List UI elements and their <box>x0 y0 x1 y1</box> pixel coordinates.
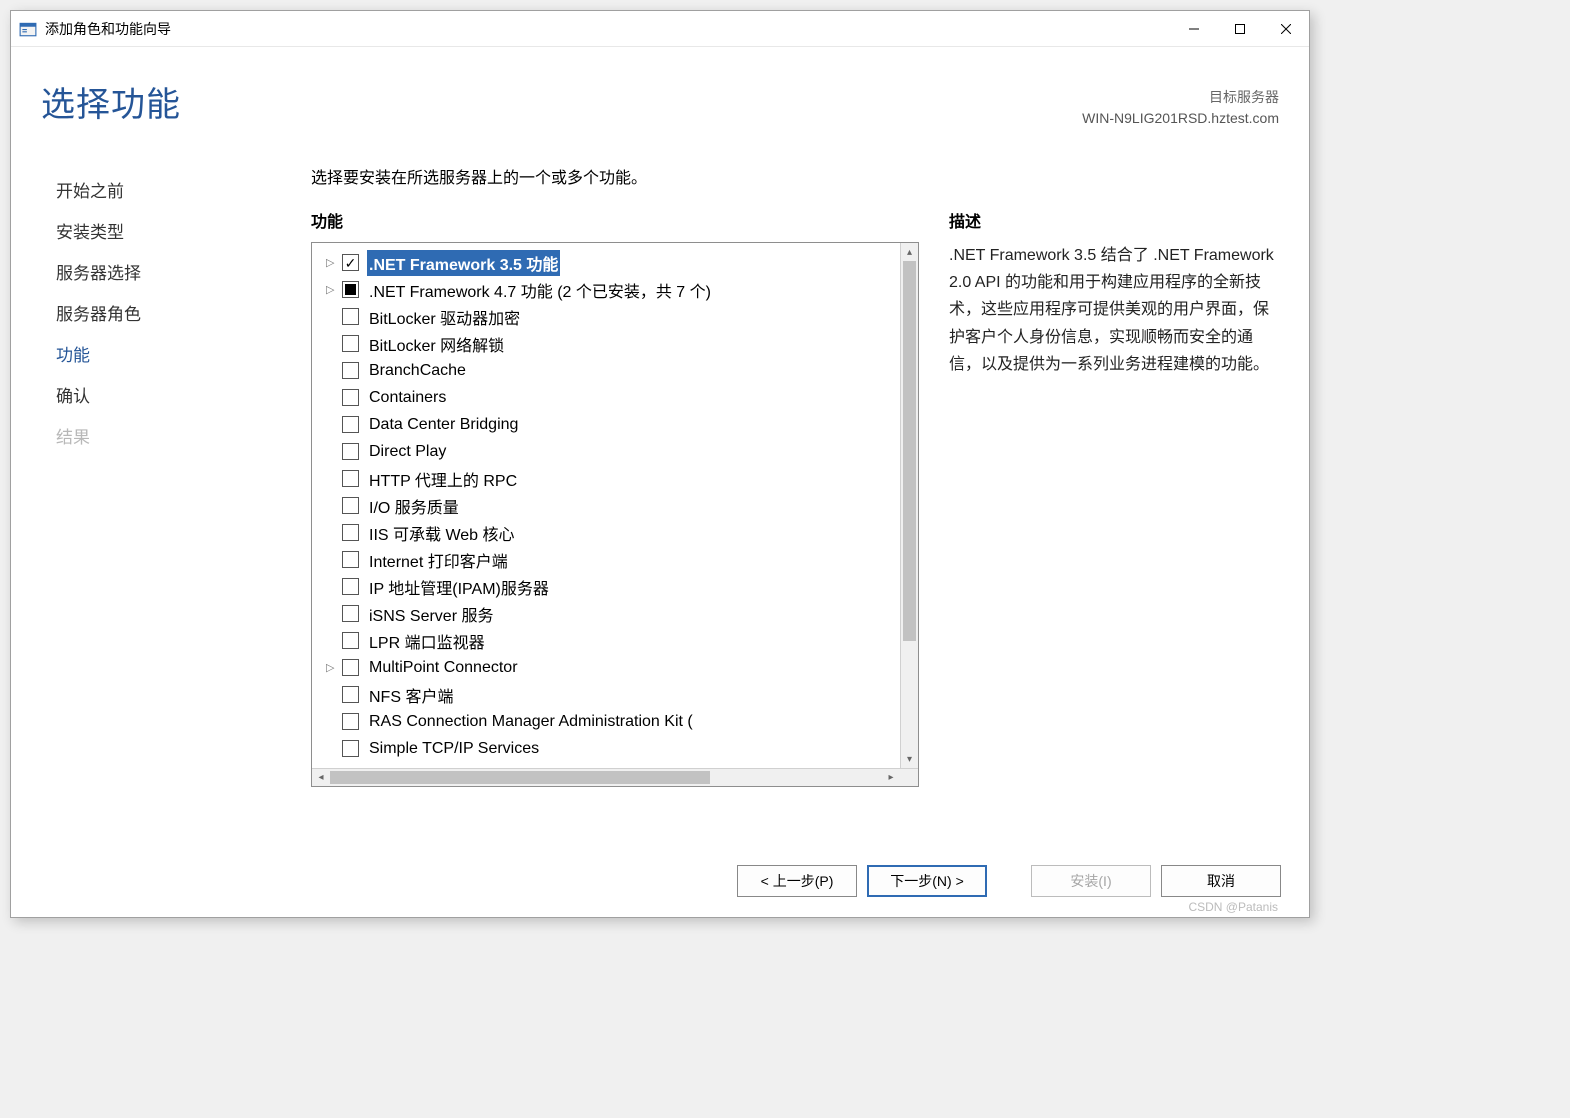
feature-label: Simple TCP/IP Services <box>367 739 541 759</box>
feature-label: I/O 服务质量 <box>367 493 461 519</box>
feature-label: BitLocker 网络解锁 <box>367 331 506 357</box>
target-server-label: 目标服务器 <box>1082 87 1279 108</box>
feature-checkbox[interactable] <box>342 443 359 460</box>
feature-checkbox[interactable] <box>342 335 359 352</box>
feature-checkbox[interactable] <box>342 362 359 379</box>
feature-row[interactable]: ▷ MultiPoint Connector <box>316 654 896 681</box>
sidebar-item-4[interactable]: 功能 <box>56 333 311 374</box>
feature-label: Internet 打印客户端 <box>367 547 510 573</box>
feature-label: MultiPoint Connector <box>367 658 520 678</box>
scroll-down-icon[interactable]: ▾ <box>901 750 918 768</box>
sidebar-item-3[interactable]: 服务器角色 <box>56 292 311 333</box>
feature-row[interactable]: HTTP 代理上的 RPC <box>316 465 896 492</box>
feature-row[interactable]: ▷ .NET Framework 3.5 功能 <box>316 249 896 276</box>
feature-label: RAS Connection Manager Administration Ki… <box>367 712 695 732</box>
vertical-scrollbar[interactable]: ▴ ▾ <box>900 243 918 768</box>
sidebar-item-1[interactable]: 安装类型 <box>56 210 311 251</box>
expand-icon[interactable]: ▷ <box>326 256 340 269</box>
feature-checkbox[interactable] <box>342 308 359 325</box>
feature-row[interactable]: Simple TCP/IP Services <box>316 735 896 762</box>
description-text: .NET Framework 3.5 结合了 .NET Framework 2.… <box>949 242 1279 378</box>
feature-row[interactable]: BitLocker 网络解锁 <box>316 330 896 357</box>
target-server-info: 目标服务器 WIN-N9LIG201RSD.hztest.com <box>1082 77 1279 129</box>
server-manager-icon <box>19 20 37 38</box>
feature-label: LPR 端口监视器 <box>367 628 487 654</box>
expand-icon[interactable]: ▷ <box>326 661 340 674</box>
sidebar-item-0[interactable]: 开始之前 <box>56 169 311 210</box>
feature-label: Containers <box>367 388 448 408</box>
scroll-right-icon[interactable]: ▸ <box>882 772 900 783</box>
feature-checkbox[interactable] <box>342 578 359 595</box>
feature-label: IIS 可承载 Web 核心 <box>367 520 517 546</box>
scroll-up-icon[interactable]: ▴ <box>901 243 918 261</box>
feature-checkbox[interactable] <box>342 497 359 514</box>
feature-row[interactable]: I/O 服务质量 <box>316 492 896 519</box>
previous-button[interactable]: < 上一步(P) <box>737 865 857 897</box>
page-title: 选择功能 <box>41 77 181 126</box>
feature-row[interactable]: iSNS Server 服务 <box>316 600 896 627</box>
feature-checkbox[interactable] <box>342 416 359 433</box>
minimize-button[interactable] <box>1171 11 1217 47</box>
feature-row[interactable]: NFS 客户端 <box>316 681 896 708</box>
sidebar-item-6: 结果 <box>56 415 311 456</box>
feature-checkbox[interactable] <box>342 281 359 298</box>
feature-checkbox[interactable] <box>342 713 359 730</box>
feature-label: Data Center Bridging <box>367 415 520 435</box>
feature-row[interactable]: LPR 端口监视器 <box>316 627 896 654</box>
expand-icon[interactable]: ▷ <box>326 283 340 296</box>
wizard-footer: < 上一步(P) 下一步(N) > 安装(I) 取消 <box>11 847 1309 917</box>
feature-label: iSNS Server 服务 <box>367 601 495 627</box>
description-column-label: 描述 <box>949 208 1279 242</box>
wizard-sidebar: 开始之前安装类型服务器选择服务器角色功能确认结果 <box>11 149 311 847</box>
feature-row[interactable]: Containers <box>316 384 896 411</box>
horizontal-scrollbar[interactable]: ◂ ▸ <box>312 768 918 786</box>
scroll-thumb[interactable] <box>903 261 916 641</box>
feature-label: BranchCache <box>367 361 468 381</box>
feature-row[interactable]: ▷ .NET Framework 4.7 功能 (2 个已安装，共 7 个) <box>316 276 896 303</box>
feature-checkbox[interactable] <box>342 389 359 406</box>
close-button[interactable] <box>1263 11 1309 47</box>
feature-row[interactable]: RAS Connection Manager Administration Ki… <box>316 708 896 735</box>
feature-row[interactable]: Direct Play <box>316 438 896 465</box>
feature-label: IP 地址管理(IPAM)服务器 <box>367 574 551 600</box>
features-column-label: 功能 <box>311 208 919 242</box>
sidebar-item-5[interactable]: 确认 <box>56 374 311 415</box>
feature-checkbox[interactable] <box>342 470 359 487</box>
feature-checkbox[interactable] <box>342 605 359 622</box>
sidebar-item-2[interactable]: 服务器选择 <box>56 251 311 292</box>
features-tree: ▷ .NET Framework 3.5 功能 ▷ .NET Framework 4.… <box>311 242 919 787</box>
next-button[interactable]: 下一步(N) > <box>867 865 987 897</box>
instruction-text: 选择要安装在所选服务器上的一个或多个功能。 <box>311 164 1279 208</box>
feature-checkbox[interactable] <box>342 551 359 568</box>
watermark-text: CSDN @Patanis <box>1188 900 1278 914</box>
feature-row[interactable]: Data Center Bridging <box>316 411 896 438</box>
feature-checkbox[interactable] <box>342 632 359 649</box>
feature-row[interactable]: IIS 可承载 Web 核心 <box>316 519 896 546</box>
feature-row[interactable]: BranchCache <box>316 357 896 384</box>
feature-checkbox[interactable] <box>342 740 359 757</box>
titlebar: 添加角色和功能向导 <box>11 11 1309 47</box>
feature-label: BitLocker 驱动器加密 <box>367 304 522 330</box>
wizard-window: 添加角色和功能向导 选择功能 目标服务器 WIN-N9LIG201RSD.hzt… <box>10 10 1310 918</box>
feature-checkbox[interactable] <box>342 254 359 271</box>
feature-checkbox[interactable] <box>342 524 359 541</box>
feature-row[interactable]: Internet 打印客户端 <box>316 546 896 573</box>
install-button: 安装(I) <box>1031 865 1151 897</box>
feature-row[interactable]: BitLocker 驱动器加密 <box>316 303 896 330</box>
cancel-button[interactable]: 取消 <box>1161 865 1281 897</box>
feature-label: Direct Play <box>367 442 448 462</box>
feature-row[interactable]: IP 地址管理(IPAM)服务器 <box>316 573 896 600</box>
feature-label: .NET Framework 4.7 功能 (2 个已安装，共 7 个) <box>367 277 713 303</box>
feature-label: NFS 客户端 <box>367 682 455 708</box>
feature-label: .NET Framework 3.5 功能 <box>367 250 560 276</box>
scroll-left-icon[interactable]: ◂ <box>312 772 330 783</box>
target-server-name: WIN-N9LIG201RSD.hztest.com <box>1082 108 1279 129</box>
hscroll-thumb[interactable] <box>330 771 710 784</box>
feature-label: HTTP 代理上的 RPC <box>367 466 519 492</box>
maximize-button[interactable] <box>1217 11 1263 47</box>
feature-checkbox[interactable] <box>342 686 359 703</box>
feature-checkbox[interactable] <box>342 659 359 676</box>
window-title: 添加角色和功能向导 <box>45 19 1171 39</box>
